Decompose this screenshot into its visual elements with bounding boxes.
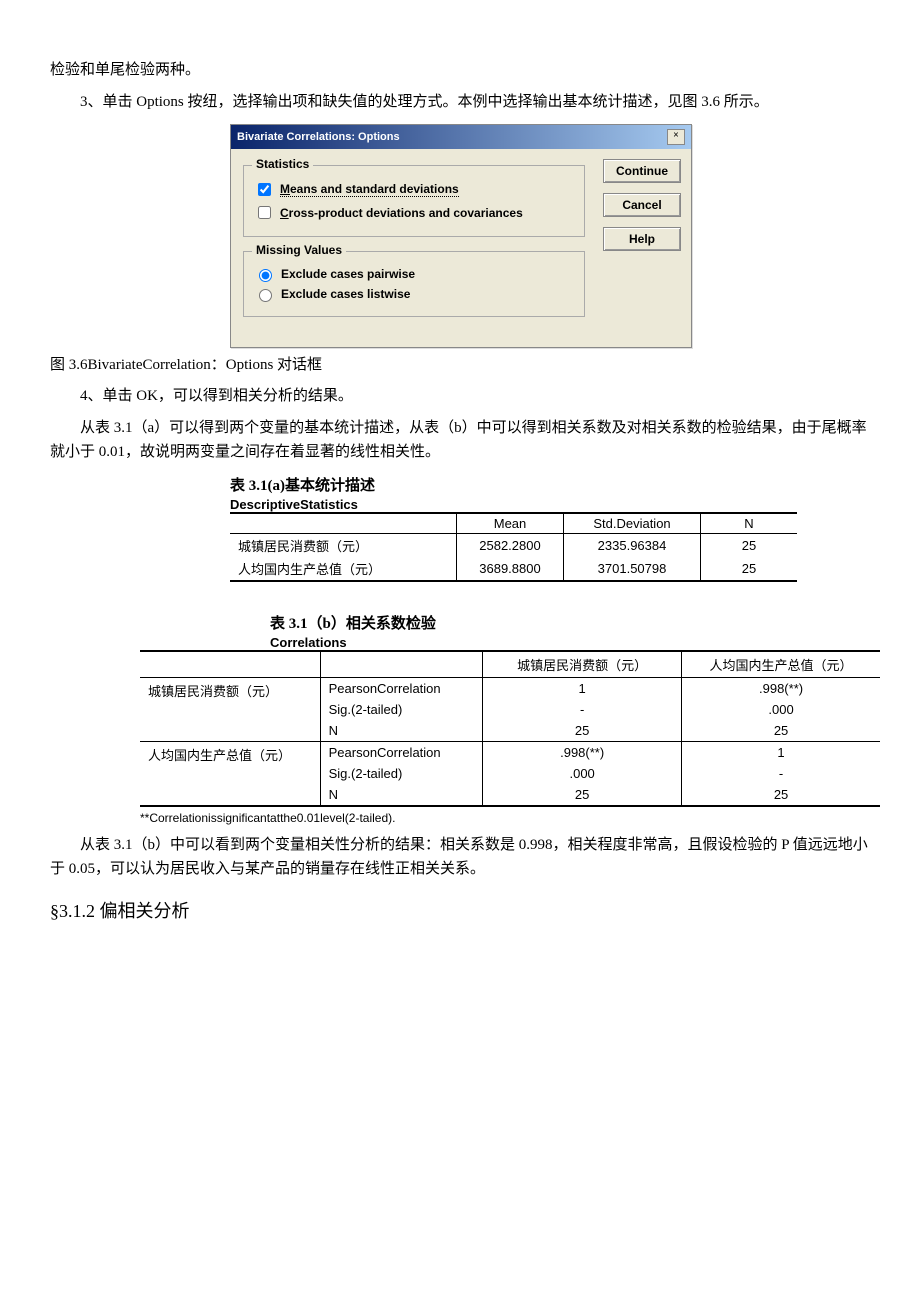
correlations-table: 城镇居民消费额（元） 人均国内生产总值（元） 城镇居民消费额（元） Pearso… (140, 650, 880, 807)
stat-label: Sig.(2-tailed) (320, 699, 483, 720)
options-dialog: Bivariate Correlations: Options × Statis… (230, 124, 692, 348)
conclusion-text: 从表 3.1（b）中可以看到两个变量相关性分析的结果：相关系数是 0.998，相… (50, 833, 870, 881)
cancel-button[interactable]: Cancel (603, 193, 681, 217)
cell-value: .998(**) (483, 742, 682, 764)
dialog-body: Statistics Means and standard deviations… (231, 149, 691, 347)
checkbox-input[interactable] (258, 206, 271, 219)
cell-value: .000 (483, 763, 682, 784)
table-header-row: Mean Std.Deviation N (230, 513, 797, 534)
option-label: Exclude cases listwise (281, 287, 410, 301)
cell-mean: 2582.2800 (457, 534, 564, 558)
dialog-buttons: Continue Cancel Help (603, 159, 681, 251)
radio-input[interactable] (259, 269, 272, 282)
dialog-container: Bivariate Correlations: Options × Statis… (230, 124, 870, 348)
table-row: 人均国内生产总值（元） PearsonCorrelation .998(**) … (140, 742, 880, 764)
body-text: 4、单击 OK，可以得到相关分析的结果。 (50, 384, 870, 408)
cell-n: 25 (701, 557, 798, 581)
checkbox-input[interactable] (258, 183, 271, 196)
cell-mean: 3689.8800 (457, 557, 564, 581)
checkbox-cross-product[interactable]: Cross-product deviations and covariances (254, 203, 574, 222)
cell-value: .998(**) (682, 678, 880, 700)
body-text: 从表 3.1（a）可以得到两个变量的基本统计描述，从表（b）中可以得到相关系数及… (50, 416, 870, 464)
option-label: Exclude cases pairwise (281, 267, 415, 281)
cell-value: 25 (483, 784, 682, 806)
cell-value: 25 (483, 720, 682, 742)
cell-n: 25 (701, 534, 798, 558)
table-a-caption: 表 3.1(a)基本统计描述 (230, 474, 870, 495)
table-footnote: **Correlationissignificantatthe0.01level… (140, 811, 870, 825)
th-blank (320, 651, 483, 678)
table-b-subtitle: Correlations (270, 635, 870, 650)
radio-exclude-pairwise[interactable]: Exclude cases pairwise (254, 266, 574, 282)
th-blank (230, 513, 457, 534)
table-row: 城镇居民消费额（元） 2582.2800 2335.96384 25 (230, 534, 797, 558)
body-text: 检验和单尾检验两种。 (50, 58, 870, 82)
table-row: 城镇居民消费额（元） PearsonCorrelation 1 .998(**) (140, 678, 880, 700)
row-label: 人均国内生产总值（元） (140, 742, 320, 807)
row-label: 人均国内生产总值（元） (230, 557, 457, 581)
option-label: Means and standard deviations (280, 182, 459, 197)
radio-input[interactable] (259, 289, 272, 302)
stat-label: N (320, 720, 483, 742)
cell-value: 25 (682, 720, 880, 742)
cell-value: 25 (682, 784, 880, 806)
missing-values-group: Missing Values Exclude cases pairwise Ex… (243, 251, 585, 317)
stat-label: PearsonCorrelation (320, 678, 483, 700)
option-label: Cross-product deviations and covariances (280, 206, 523, 220)
close-icon[interactable]: × (667, 129, 685, 145)
statistics-group: Statistics Means and standard deviations… (243, 165, 585, 237)
dialog-title-bar: Bivariate Correlations: Options × (231, 125, 691, 149)
stat-label: PearsonCorrelation (320, 742, 483, 764)
body-text: 3、单击 Options 按纽，选择输出项和缺失值的处理方式。本例中选择输出基本… (50, 90, 870, 114)
section-heading: §3.1.2 偏相关分析 (50, 897, 870, 923)
group-legend: Missing Values (252, 243, 346, 257)
cell-value: .000 (682, 699, 880, 720)
table-header-row: 城镇居民消费额（元） 人均国内生产总值（元） (140, 651, 880, 678)
th-col2: 人均国内生产总值（元） (682, 651, 880, 678)
th-blank (140, 651, 320, 678)
checkbox-means-sd[interactable]: Means and standard deviations (254, 180, 574, 199)
cell-value: 1 (682, 742, 880, 764)
help-button[interactable]: Help (603, 227, 681, 251)
dialog-title: Bivariate Correlations: Options (237, 131, 400, 143)
cell-std: 2335.96384 (564, 534, 701, 558)
cell-value: - (483, 699, 682, 720)
table-a-subtitle: DescriptiveStatistics (230, 497, 870, 512)
table-row: 人均国内生产总值（元） 3689.8800 3701.50798 25 (230, 557, 797, 581)
figure-caption: 图 3.6BivariateCorrelation：Options 对话框 (50, 353, 870, 374)
row-label: 城镇居民消费额（元） (140, 678, 320, 742)
row-label: 城镇居民消费额（元） (230, 534, 457, 558)
cell-value: - (682, 763, 880, 784)
stat-label: Sig.(2-tailed) (320, 763, 483, 784)
th-n: N (701, 513, 798, 534)
group-legend: Statistics (252, 157, 313, 171)
cell-value: 1 (483, 678, 682, 700)
descriptive-statistics-table: Mean Std.Deviation N 城镇居民消费额（元） 2582.280… (230, 512, 797, 582)
th-col1: 城镇居民消费额（元） (483, 651, 682, 678)
th-mean: Mean (457, 513, 564, 534)
th-std: Std.Deviation (564, 513, 701, 534)
cell-std: 3701.50798 (564, 557, 701, 581)
continue-button[interactable]: Continue (603, 159, 681, 183)
radio-exclude-listwise[interactable]: Exclude cases listwise (254, 286, 574, 302)
table-b-caption: 表 3.1（b）相关系数检验 (270, 612, 870, 633)
stat-label: N (320, 784, 483, 806)
